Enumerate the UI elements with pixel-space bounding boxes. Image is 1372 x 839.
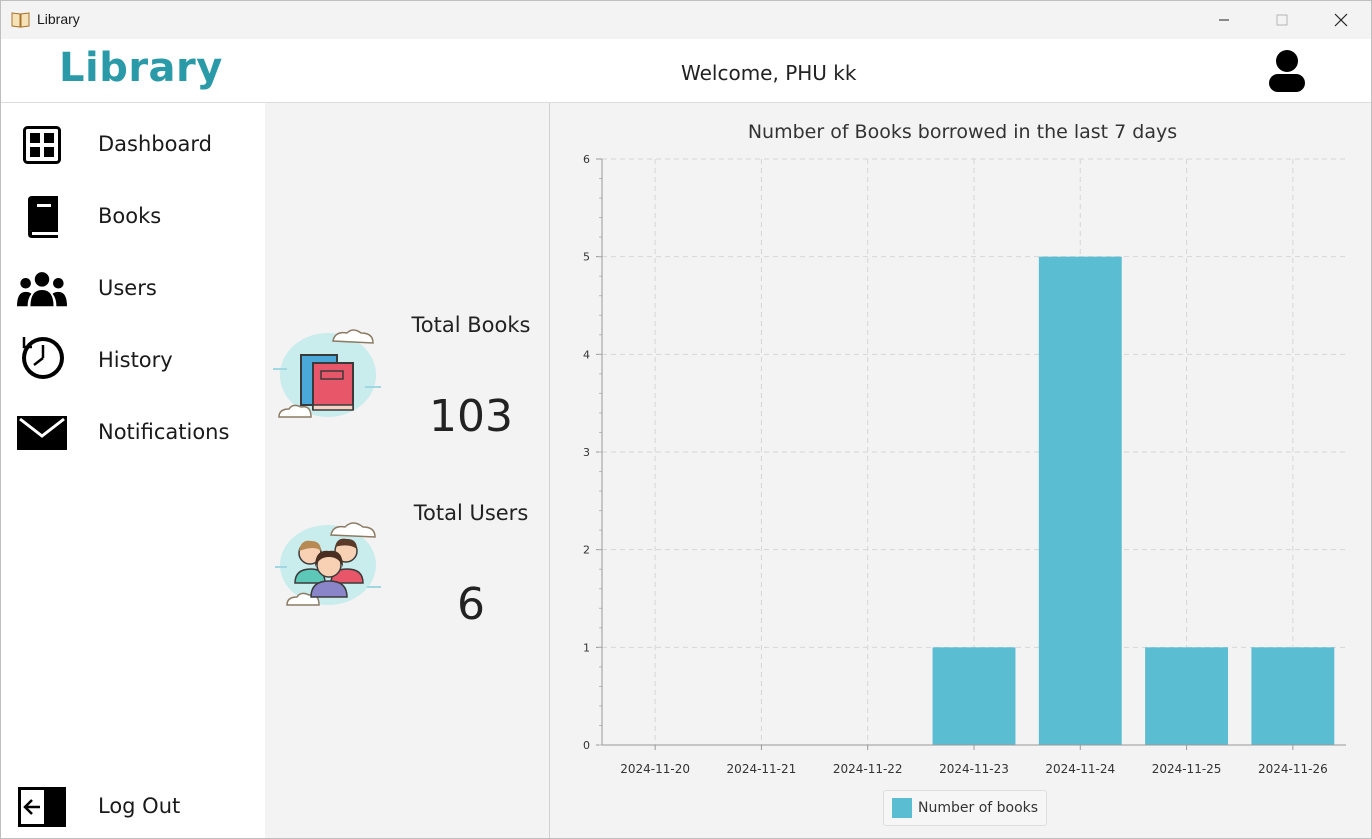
- sidebar-item-label: Log Out: [98, 794, 181, 818]
- app-logo: Library: [59, 45, 223, 91]
- book-icon: [17, 195, 67, 239]
- y-tick-label: 2: [583, 544, 590, 557]
- user-avatar-icon[interactable]: [1267, 49, 1307, 93]
- mail-icon: [17, 411, 67, 455]
- x-tick-label: 2024-11-22: [833, 762, 903, 776]
- sidebar-item-label: Dashboard: [98, 132, 212, 156]
- sidebar-item-label: Users: [98, 276, 157, 300]
- bar: [1251, 647, 1335, 745]
- x-tick-label: 2024-11-20: [620, 762, 690, 776]
- borrow-chart: Number of Books borrowed in the last 7 d…: [550, 103, 1371, 838]
- legend-label: Number of books: [918, 800, 1039, 816]
- y-tick-label: 6: [583, 153, 590, 166]
- stats-panel: Total Books 103 Total Users 6: [265, 103, 550, 838]
- sidebar-item-label: Notifications: [98, 420, 230, 444]
- logout-icon: [17, 785, 67, 829]
- bar: [932, 647, 1016, 745]
- welcome-text: Welcome, PHU kk: [681, 61, 857, 85]
- dashboard-icon: [17, 123, 67, 167]
- sidebar-item-label: History: [98, 348, 173, 372]
- sidebar-item-history[interactable]: History: [1, 331, 265, 391]
- sidebar-item-label: Books: [98, 204, 162, 228]
- sidebar-item-users[interactable]: Users: [1, 259, 265, 319]
- window-title: Library: [37, 11, 80, 27]
- bar-chart-plot: 0 1 2 3 4 5 6 2024-11-20 2024-11-21 2024-11-22 202…: [583, 153, 1346, 776]
- legend-swatch: [892, 798, 912, 818]
- total-books-value: 103: [429, 391, 513, 442]
- history-icon: [17, 335, 67, 379]
- minimize-icon: [1219, 19, 1229, 21]
- y-tick-label: 5: [583, 251, 590, 264]
- maximize-button[interactable]: [1253, 1, 1311, 39]
- sidebar-item-notifications[interactable]: Notifications: [1, 403, 265, 463]
- books-illustration-icon: [273, 329, 381, 418]
- minimize-button[interactable]: [1195, 1, 1253, 39]
- close-icon: [1334, 13, 1348, 27]
- close-button[interactable]: [1312, 1, 1370, 39]
- maximize-icon: [1276, 14, 1288, 26]
- y-tick-label: 4: [583, 348, 590, 361]
- chart-legend: Number of books: [883, 790, 1048, 826]
- sidebar: Dashboard Books Users History Notificati…: [1, 103, 265, 838]
- x-tick-label: 2024-11-24: [1045, 762, 1115, 776]
- app-header: Library Welcome, PHU kk: [1, 39, 1371, 103]
- users-icon: [17, 267, 67, 311]
- x-tick-label: 2024-11-26: [1258, 762, 1328, 776]
- sidebar-item-logout[interactable]: Log Out: [1, 777, 265, 837]
- total-books-label: Total Books: [411, 313, 531, 337]
- total-users-value: 6: [457, 579, 485, 630]
- bar: [1145, 647, 1229, 745]
- app-window: Library Library Welcome, PHU kk Dashboar…: [0, 0, 1372, 839]
- users-illustration-icon: [275, 522, 381, 606]
- bar: [1038, 256, 1122, 745]
- sidebar-item-books[interactable]: Books: [1, 187, 265, 247]
- book-app-icon: [11, 12, 30, 28]
- sidebar-item-dashboard[interactable]: Dashboard: [1, 115, 265, 175]
- x-tick-label: 2024-11-21: [727, 762, 797, 776]
- x-tick-label: 2024-11-25: [1152, 762, 1222, 776]
- y-tick-label: 0: [583, 739, 590, 752]
- x-tick-label: 2024-11-23: [939, 762, 1009, 776]
- title-bar[interactable]: Library: [1, 1, 1371, 39]
- y-tick-label: 3: [583, 446, 590, 459]
- y-tick-label: 1: [583, 641, 590, 654]
- total-users-label: Total Users: [413, 501, 529, 525]
